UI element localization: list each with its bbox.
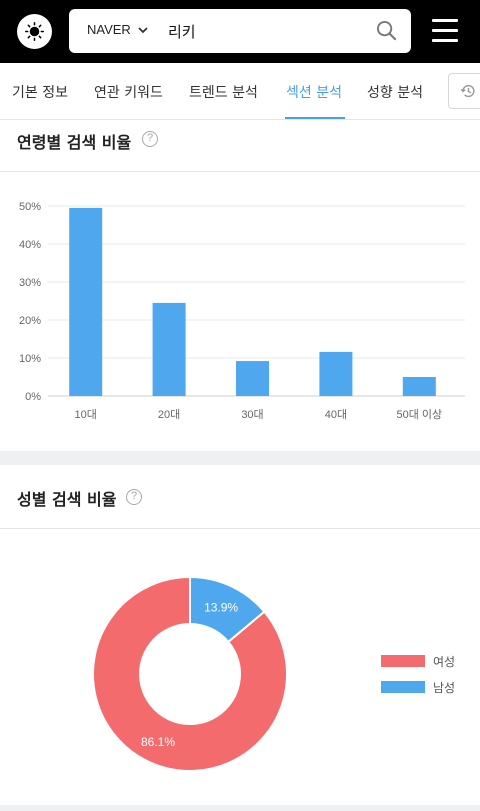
y-tick-label: 0%: [25, 391, 41, 403]
x-tick-label: 20대: [158, 408, 180, 421]
tab-section-analysis[interactable]: 섹션 분석: [286, 82, 342, 102]
age-section-title: 연령별 검색 비율: [17, 133, 132, 152]
slice-label: 86.1%: [141, 735, 175, 749]
legend-swatch: [381, 681, 425, 693]
search-engine-select[interactable]: NAVER: [87, 22, 131, 37]
bar[interactable]: [152, 302, 186, 396]
tab-related-keywords[interactable]: 연관 키워드: [94, 82, 163, 102]
y-tick-label: 40%: [19, 239, 41, 251]
tab-trend-analysis[interactable]: 트렌드 분석: [189, 82, 258, 102]
logo-icon[interactable]: [17, 14, 52, 49]
legend-label: 남성: [433, 681, 456, 695]
help-icon[interactable]: ?: [126, 489, 142, 505]
bar[interactable]: [319, 351, 353, 396]
y-tick-label: 50%: [19, 201, 41, 213]
gender-section-title: 성별 검색 비율: [17, 490, 117, 509]
search-icon[interactable]: [376, 20, 397, 41]
tab-propensity-analysis[interactable]: 성향 분석: [367, 82, 423, 102]
tab-bar: 기본 정보 연관 키워드 트렌드 분석 섹션 분석 성향 분석: [0, 63, 480, 120]
y-tick-label: 10%: [19, 353, 41, 365]
section-divider: [0, 528, 480, 529]
x-tick-label: 50대 이상: [396, 408, 442, 421]
bar[interactable]: [402, 377, 436, 396]
age-bar-chart: 0% 10% 20% 30% 40% 50% 10대 20대 30대 40대 50대 이상: [19, 201, 465, 421]
active-tab-indicator: [285, 117, 345, 119]
gender-donut-chart: 13.9% 86.1%: [92, 575, 288, 772]
legend-label: 여성: [433, 655, 456, 669]
tab-basic-info[interactable]: 기본 정보: [12, 82, 68, 102]
bar[interactable]: [236, 361, 269, 396]
history-icon: [460, 84, 475, 98]
chevron-down-icon[interactable]: [138, 26, 148, 34]
x-tick-label: 10대: [75, 408, 97, 421]
y-tick-label: 30%: [19, 277, 41, 289]
legend-swatch: [381, 655, 425, 667]
hamburger-menu-icon[interactable]: [432, 19, 458, 43]
search-box[interactable]: NAVER 리키: [69, 9, 411, 53]
x-tick-label: 30대: [241, 408, 263, 421]
top-bar: NAVER 리키: [0, 0, 480, 63]
sun-icon: [25, 22, 44, 41]
bar[interactable]: [69, 207, 103, 396]
y-tick-label: 20%: [19, 315, 41, 327]
help-icon[interactable]: ?: [142, 131, 158, 147]
section-gap: [0, 805, 480, 811]
slice-label: 13.9%: [204, 600, 238, 614]
search-input[interactable]: 리키: [168, 21, 196, 42]
x-tick-label: 40대: [325, 408, 347, 421]
history-button[interactable]: [448, 73, 480, 109]
section-gap: [0, 451, 480, 465]
